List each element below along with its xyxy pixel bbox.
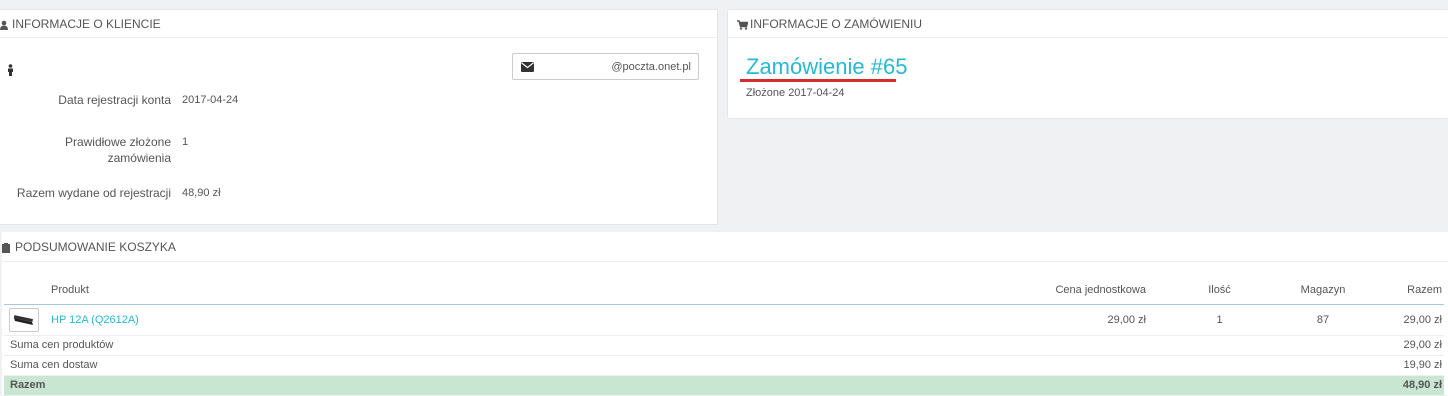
product-total: 29,00 zł (1363, 304, 1444, 336)
stock-column-header: Magazyn (1263, 276, 1363, 305)
product-stock: 87 (1263, 304, 1363, 336)
grand-total-label: Razem (4, 375, 1363, 396)
products-sum-value: 29,00 zł (1363, 335, 1444, 356)
customer-email[interactable]: @poczta.onet.pl (542, 61, 698, 73)
total-spent-label: Razem wydane od rejestracji (16, 186, 171, 200)
product-link[interactable]: HP 12A (Q2612A) (51, 314, 139, 326)
unit-price-column-header: Cena jednostkowa (986, 276, 1146, 305)
cart-summary-panel: PODSUMOWANIE KOSZYKA Produkt Cena jednos… (2, 232, 1448, 396)
person-icon (6, 64, 15, 79)
cart-icon (737, 19, 749, 30)
product-name-cell: HP 12A (Q2612A) (51, 304, 986, 336)
customer-email-field[interactable]: @poczta.onet.pl (512, 53, 699, 80)
customer-panel-title: INFORMACJE O KLIENCIE (12, 16, 161, 31)
total-column-header: Razem (1363, 276, 1444, 305)
order-panel-heading: INFORMACJE O ZAMÓWIENIU (728, 10, 1448, 38)
cart-table: Produkt Cena jednostkowa Ilość Magazyn R… (4, 276, 1444, 396)
envelope-icon (513, 54, 542, 79)
thumbnail-column-header (4, 276, 51, 305)
cart-panel-heading: PODSUMOWANIE KOSZYKA (2, 232, 1448, 262)
order-title-underline (740, 79, 896, 82)
cart-table-header: Produkt Cena jednostkowa Ilość Magazyn R… (4, 276, 1444, 305)
customer-panel-heading: INFORMACJE O KLIENCIE (0, 10, 717, 38)
product-unit-price: 29,00 zł (986, 304, 1146, 336)
valid-orders-label-line2: zamówienia (107, 151, 171, 165)
product-quantity: 1 (1146, 304, 1263, 336)
clipboard-icon (2, 242, 12, 253)
shipping-sum-label: Suma cen dostaw (4, 355, 1363, 376)
total-spent-value: 48,90 zł (182, 187, 221, 199)
table-row: HP 12A (Q2612A) 29,00 zł 1 87 29,00 zł (4, 304, 1444, 336)
user-icon (0, 19, 9, 30)
products-sum-label: Suma cen produktów (4, 335, 1363, 356)
product-thumbnail[interactable] (9, 307, 39, 332)
shipping-sum-value: 19,90 zł (1363, 355, 1444, 376)
cart-panel-title: PODSUMOWANIE KOSZYKA (15, 239, 176, 254)
product-column-header: Produkt (51, 276, 986, 305)
quantity-column-header: Ilość (1146, 276, 1263, 305)
products-sum-row: Suma cen produktów 29,00 zł (4, 335, 1444, 356)
order-panel-title: INFORMACJE O ZAMÓWIENIU (750, 16, 922, 31)
product-thumbnail-cell (4, 304, 51, 336)
customer-info-panel: INFORMACJE O KLIENCIE @poczta.onet.pl Da… (0, 9, 718, 225)
grand-total-value: 48,90 zł (1363, 375, 1444, 396)
registration-date-label: Data rejestracji konta (58, 93, 171, 107)
shipping-sum-row: Suma cen dostaw 19,90 zł (4, 355, 1444, 376)
grand-total-row: Razem 48,90 zł (4, 375, 1444, 396)
registration-date-value: 2017-04-24 (182, 94, 239, 106)
order-number-link[interactable]: Zamówienie #65 (746, 54, 907, 80)
valid-orders-label-line1: Prawidłowe złożone (64, 135, 171, 149)
order-info-panel: INFORMACJE O ZAMÓWIENIU Zamówienie #65 Z… (727, 9, 1448, 119)
valid-orders-value: 1 (182, 136, 189, 148)
order-date: Złożone 2017-04-24 (746, 87, 845, 99)
